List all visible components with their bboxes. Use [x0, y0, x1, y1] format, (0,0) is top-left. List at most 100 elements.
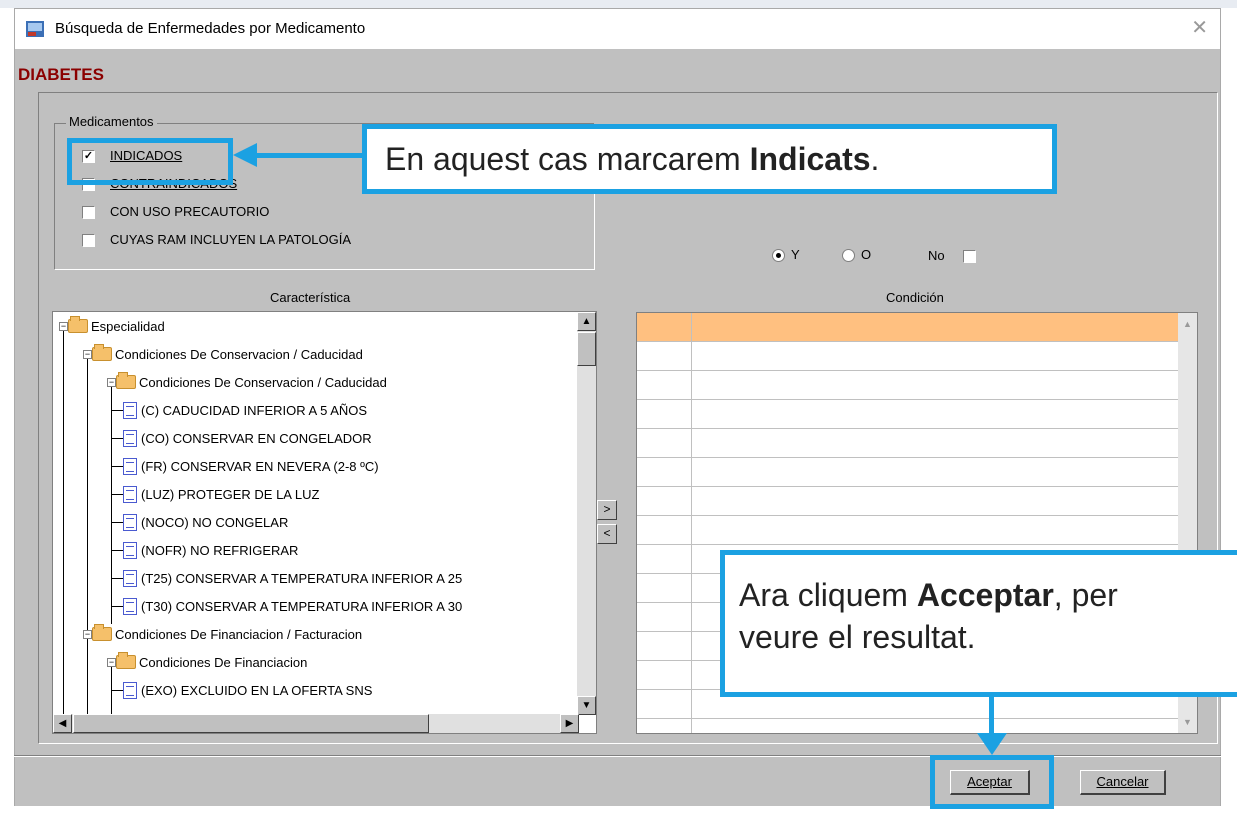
document-icon — [123, 541, 137, 559]
radio-y[interactable] — [772, 249, 785, 262]
medicamentos-legend: Medicamentos — [66, 114, 157, 129]
no-checkbox[interactable] — [963, 250, 976, 263]
grid-row[interactable] — [637, 429, 1180, 458]
tree-line — [111, 550, 123, 551]
scroll-thumb[interactable] — [577, 332, 596, 366]
grid-divider — [691, 342, 692, 370]
document-icon — [123, 597, 137, 615]
grid-divider — [691, 603, 692, 631]
tree-row[interactable]: (C) CADUCIDAD INFERIOR A 5 AÑOS — [111, 396, 367, 424]
app-icon — [26, 21, 44, 37]
cancelar-button[interactable]: Cancelar — [1080, 770, 1166, 795]
tree-row-label: Condiciones De Conservacion / Caducidad — [115, 346, 363, 362]
tree-row[interactable]: (NOFR) NO REFRIGERAR — [111, 536, 298, 564]
tree-row[interactable]: − Condiciones De Conservacion / Caducidad — [107, 368, 387, 396]
tree-row[interactable]: − Condiciones De Financiacion — [107, 648, 307, 676]
grid-divider — [691, 545, 692, 573]
tree-row[interactable]: − Condiciones De Financiacion / Facturaci… — [83, 620, 362, 648]
grid-row[interactable] — [637, 487, 1180, 516]
document-icon — [123, 513, 137, 531]
arrow-left-icon — [233, 143, 257, 167]
tree-row-label: (NOCO) NO CONGELAR — [141, 514, 289, 530]
arrow-down-icon — [977, 733, 1007, 755]
collapse-icon[interactable]: − — [107, 657, 116, 667]
tree-row-label: (T25) CONSERVAR A TEMPERATURA INFERIOR A… — [141, 570, 463, 586]
scroll-thumb-horizontal[interactable] — [73, 714, 429, 733]
precautorio-label[interactable]: CON USO PRECAUTORIO — [110, 204, 269, 219]
scroll-up-button[interactable]: ▲ — [577, 312, 596, 331]
tree-line — [111, 382, 112, 624]
document-icon — [123, 457, 137, 475]
collapse-icon[interactable]: − — [83, 629, 92, 639]
tree-row[interactable]: (NOCO) NO CONGELAR — [111, 508, 289, 536]
tree-row[interactable]: − Condiciones De Conservacion / Caducidad — [83, 340, 363, 368]
scroll-left-button[interactable]: ◀ — [53, 714, 72, 733]
tree-horizontal-scrollbar[interactable]: ◀ ▶ — [53, 714, 579, 733]
tree-line — [63, 326, 64, 733]
arrow-line — [989, 697, 994, 735]
collapse-icon[interactable]: − — [83, 349, 92, 359]
grid-divider — [691, 516, 692, 544]
tree-row[interactable]: (FR) CONSERVAR EN NEVERA (2-8 ºC) — [111, 452, 379, 480]
background-strip — [0, 0, 1237, 8]
tree-row[interactable]: (T30) CONSERVAR A TEMPERATURA INFERIOR A… — [111, 592, 462, 620]
radio-o[interactable] — [842, 249, 855, 262]
grid-row[interactable] — [637, 516, 1180, 545]
add-condition-button[interactable]: > — [597, 500, 617, 520]
grid-row[interactable] — [637, 458, 1180, 487]
grid-scroll-up-icon[interactable]: ▲ — [1178, 315, 1197, 334]
grid-row[interactable] — [637, 371, 1180, 400]
tree-row[interactable]: (CO) CONSERVAR EN CONGELADOR — [111, 424, 372, 452]
tree-row[interactable]: − Especialidad — [59, 312, 165, 340]
grid-divider — [691, 429, 692, 457]
tree-row-label: (CO) CONSERVAR EN CONGELADOR — [141, 430, 372, 446]
ram-label[interactable]: CUYAS RAM INCLUYEN LA PATOLOGÍA — [110, 232, 351, 247]
no-label: No — [928, 248, 945, 263]
indicados-highlight — [67, 138, 233, 185]
grid-scroll-down-icon[interactable]: ▼ — [1178, 713, 1197, 732]
scroll-down-button[interactable]: ▼ — [577, 696, 596, 715]
grid-row[interactable] — [637, 400, 1180, 429]
callout-bold: Indicats — [749, 141, 871, 177]
tree-line — [111, 494, 123, 495]
collapse-icon[interactable]: − — [107, 377, 116, 387]
document-icon — [123, 485, 137, 503]
scroll-right-button[interactable]: ▶ — [560, 714, 579, 733]
tree-row-label: (FR) CONSERVAR EN NEVERA (2-8 ºC) — [141, 458, 379, 474]
tree-row-label: (LUZ) PROTEGER DE LA LUZ — [141, 486, 320, 502]
tree-row[interactable]: (EXO) EXCLUIDO EN LA OFERTA SNS — [111, 676, 373, 704]
disease-heading: DIABETES — [18, 65, 104, 84]
folder-icon — [92, 624, 112, 641]
callout-text: Ara cliquem — [739, 577, 917, 613]
tree-row-label: (EXO) EXCLUIDO EN LA OFERTA SNS — [141, 682, 373, 698]
document-icon — [123, 401, 137, 419]
tree-line — [111, 606, 123, 607]
caracteristica-tree[interactable]: − Especialidad − Condiciones De Conservaci… — [52, 311, 597, 734]
folder-icon — [68, 316, 88, 333]
remove-condition-button[interactable]: < — [597, 524, 617, 544]
precautorio-checkbox[interactable] — [82, 206, 95, 219]
folder-icon — [116, 652, 136, 669]
tree-row[interactable]: (T25) CONSERVAR A TEMPERATURA INFERIOR A… — [111, 564, 463, 592]
folder-icon — [92, 344, 112, 361]
ram-checkbox[interactable] — [82, 234, 95, 247]
radio-o-label: O — [861, 247, 872, 262]
tree-vertical-scrollbar[interactable]: ▲ ▼ — [577, 312, 596, 715]
aceptar-highlight — [930, 755, 1054, 809]
grid-row[interactable] — [637, 342, 1180, 371]
grid-divider — [691, 313, 692, 341]
grid-row[interactable] — [637, 719, 1180, 733]
condicion-header: Condición — [886, 290, 944, 305]
callout-text: , per — [1053, 577, 1118, 613]
top-callout-text: En aquest cas marcarem Indicats. — [385, 139, 879, 179]
grid-divider — [691, 632, 692, 660]
collapse-icon[interactable]: − — [59, 321, 68, 331]
close-icon[interactable]: ✕ — [1191, 15, 1208, 40]
arrow-line — [253, 153, 365, 158]
tree-line — [111, 466, 123, 467]
caracteristica-header: Característica — [270, 290, 351, 305]
callout-bold: Acceptar — [916, 577, 1054, 613]
tree-row[interactable]: (LUZ) PROTEGER DE LA LUZ — [111, 480, 320, 508]
document-icon — [123, 681, 137, 699]
tree-row-label: Condiciones De Conservacion / Caducidad — [139, 374, 387, 390]
